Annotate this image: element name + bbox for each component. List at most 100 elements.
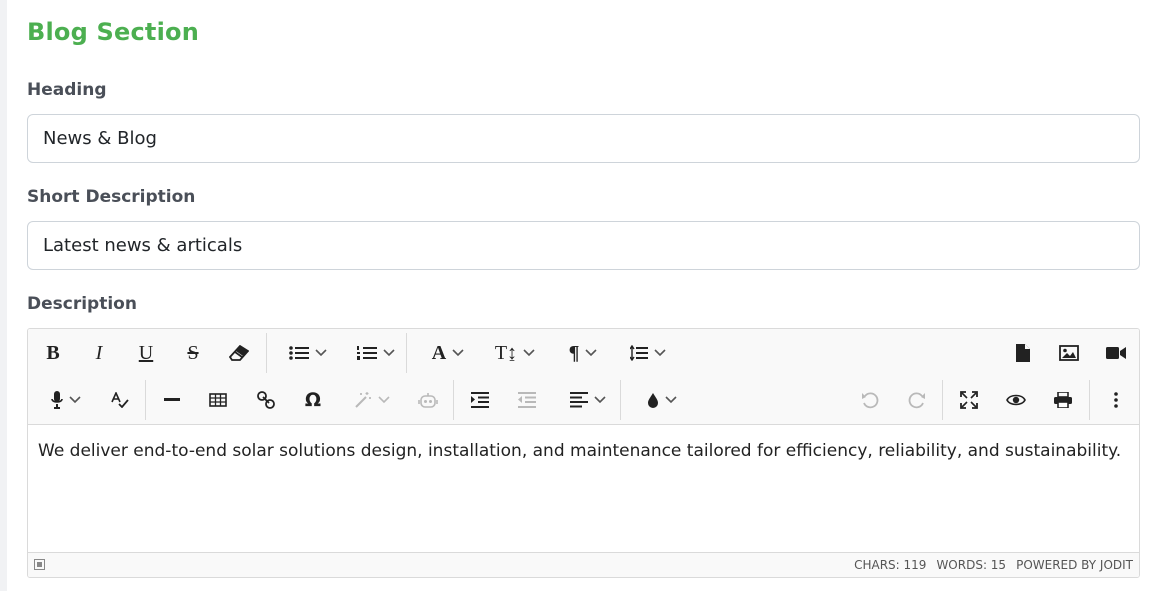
line-height-button[interactable] xyxy=(624,337,672,369)
toolbar-separator xyxy=(453,380,454,420)
microphone-icon xyxy=(51,391,63,409)
description-label: Description xyxy=(27,294,137,314)
chevron-down-icon xyxy=(585,349,597,357)
line-height-icon xyxy=(630,345,648,361)
more-button[interactable] xyxy=(1104,384,1128,416)
chevron-down-icon xyxy=(665,396,677,404)
strikethrough-button[interactable]: S xyxy=(180,337,206,369)
chevron-down-icon xyxy=(523,349,535,357)
speech-button[interactable] xyxy=(42,384,90,416)
word-count: WORDS: 15 xyxy=(936,558,1007,572)
more-vertical-icon xyxy=(1114,392,1118,408)
toolbar-separator xyxy=(406,333,407,373)
chevron-down-icon xyxy=(69,396,81,404)
chevron-down-icon xyxy=(378,396,390,404)
chevron-down-icon xyxy=(452,349,464,357)
indent-icon xyxy=(471,392,489,408)
horizontal-rule-icon xyxy=(164,398,180,401)
robot-icon xyxy=(418,393,438,408)
fullscreen-icon xyxy=(960,391,978,409)
toolbar-separator xyxy=(266,333,267,373)
heading-input[interactable] xyxy=(27,114,1140,163)
short-description-label: Short Description xyxy=(27,187,196,207)
char-count: CHARS: 119 xyxy=(854,558,927,572)
image-icon xyxy=(1059,345,1079,361)
undo-button[interactable] xyxy=(858,384,882,416)
paragraph-button[interactable]: ¶ xyxy=(560,337,606,369)
bold-icon: B xyxy=(46,342,60,364)
outdent-button[interactable] xyxy=(515,384,539,416)
undo-icon xyxy=(862,392,879,409)
table-icon xyxy=(209,393,227,407)
italic-icon: I xyxy=(95,342,103,364)
bulleted-list-icon xyxy=(289,346,309,360)
horizontal-rule-button[interactable] xyxy=(160,384,184,416)
font-size-button[interactable]: T↨ xyxy=(490,337,540,369)
omega-icon: Ω xyxy=(304,388,322,411)
heading-label: Heading xyxy=(27,80,107,100)
video-button[interactable] xyxy=(1103,337,1129,369)
magic-wand-icon xyxy=(355,392,371,408)
strikethrough-icon: S xyxy=(187,342,199,364)
editor-statusbar: CHARS: 119 WORDS: 15 POWERED BY JODIT xyxy=(28,552,1139,577)
spellcheck-icon xyxy=(111,392,129,408)
toolbar-row-2: Ω xyxy=(28,376,1139,423)
font-button[interactable]: A xyxy=(424,337,472,369)
table-button[interactable] xyxy=(206,384,230,416)
redo-button[interactable] xyxy=(905,384,929,416)
toolbar-separator xyxy=(620,380,621,420)
powered-by-link[interactable]: POWERED BY JODIT xyxy=(1016,558,1133,572)
underline-button[interactable]: U xyxy=(133,337,159,369)
resize-handle-icon[interactable] xyxy=(34,559,45,570)
link-icon xyxy=(257,391,275,409)
print-button[interactable] xyxy=(1051,384,1075,416)
file-icon xyxy=(1016,344,1030,362)
color-button[interactable] xyxy=(638,384,686,416)
indent-button[interactable] xyxy=(468,384,492,416)
short-description-input[interactable] xyxy=(27,221,1140,270)
paragraph-icon: ¶ xyxy=(568,342,580,364)
align-button[interactable] xyxy=(563,384,613,416)
spellcheck-button[interactable] xyxy=(108,384,132,416)
toolbar-separator xyxy=(145,380,146,420)
font-size-icon: T↨ xyxy=(494,342,518,364)
ai-commands-button[interactable] xyxy=(416,384,440,416)
link-button[interactable] xyxy=(254,384,278,416)
bulleted-list-button[interactable] xyxy=(282,337,334,369)
numbered-list-icon xyxy=(357,346,377,360)
italic-button[interactable]: I xyxy=(86,337,112,369)
editor-paragraph: We deliver end-to-end solar solutions de… xyxy=(38,441,1122,461)
align-left-icon xyxy=(570,392,588,408)
toolbar-separator xyxy=(1089,380,1090,420)
preview-button[interactable] xyxy=(1004,384,1028,416)
fullscreen-button[interactable] xyxy=(957,384,981,416)
special-character-button[interactable]: Ω xyxy=(300,384,326,416)
status-items: CHARS: 119 WORDS: 15 POWERED BY JODIT xyxy=(854,558,1133,572)
font-icon: A xyxy=(431,342,447,364)
chevron-down-icon xyxy=(383,349,395,357)
toolbar-separator xyxy=(942,380,943,420)
video-icon xyxy=(1106,347,1126,359)
image-button[interactable] xyxy=(1056,337,1082,369)
color-drop-icon xyxy=(648,393,658,408)
toolbar-row-1: B I U S A T↨ ¶ xyxy=(28,329,1139,376)
underline-icon: U xyxy=(138,342,154,364)
bold-button[interactable]: B xyxy=(40,337,66,369)
chevron-down-icon xyxy=(315,349,327,357)
chevron-down-icon xyxy=(654,349,666,357)
ai-assistant-button[interactable] xyxy=(348,384,396,416)
redo-icon xyxy=(908,392,925,409)
chevron-down-icon xyxy=(594,396,606,404)
eye-icon xyxy=(1006,394,1026,406)
rich-text-editor: B I U S A T↨ ¶ Ω We deliver end-to-end s… xyxy=(27,328,1140,578)
eraser-icon xyxy=(229,345,249,361)
editor-toolbar: B I U S A T↨ ¶ Ω xyxy=(28,329,1139,425)
file-button[interactable] xyxy=(1012,337,1034,369)
page-title: Blog Section xyxy=(27,18,200,46)
outdent-icon xyxy=(518,392,536,408)
editor-content-area[interactable]: We deliver end-to-end solar solutions de… xyxy=(28,426,1139,552)
numbered-list-button[interactable] xyxy=(350,337,402,369)
print-icon xyxy=(1054,392,1072,408)
left-strip xyxy=(0,0,7,591)
eraser-button[interactable] xyxy=(226,337,252,369)
